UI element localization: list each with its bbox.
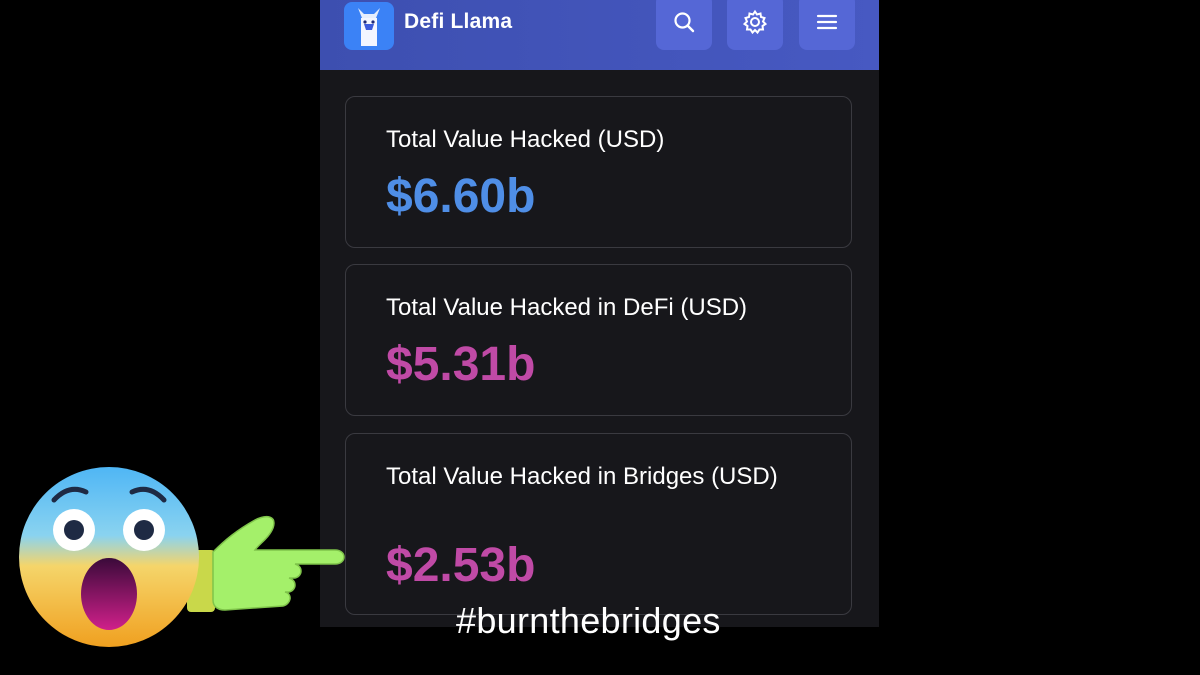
menu-button[interactable] bbox=[799, 0, 855, 50]
stat-card-total-hacked: Total Value Hacked (USD) $6.60b bbox=[345, 96, 852, 248]
phone-screen: Defi Llama Total Value Hacked (USD) $6.6… bbox=[320, 0, 879, 627]
brand-name[interactable]: Defi Llama bbox=[404, 10, 512, 34]
stat-label: Total Value Hacked (USD) bbox=[386, 126, 665, 153]
pointing-hand-icon bbox=[187, 515, 345, 612]
screaming-face-emoji bbox=[19, 467, 199, 647]
search-icon bbox=[674, 12, 695, 33]
stat-value: $5.31b bbox=[386, 338, 536, 391]
menu-icon bbox=[816, 14, 838, 30]
llama-logo-icon[interactable] bbox=[344, 2, 394, 50]
stat-label: Total Value Hacked in Bridges (USD) bbox=[386, 463, 778, 490]
video-frame: Defi Llama Total Value Hacked (USD) $6.6… bbox=[0, 0, 1200, 675]
stat-card-bridges-hacked: Total Value Hacked in Bridges (USD) $2.5… bbox=[345, 433, 852, 615]
hashtag-caption: #burnthebridges bbox=[456, 600, 721, 641]
stat-value: $6.60b bbox=[386, 170, 536, 223]
settings-button[interactable] bbox=[727, 0, 783, 50]
stat-card-defi-hacked: Total Value Hacked in DeFi (USD) $5.31b bbox=[345, 264, 852, 416]
stat-value: $2.53b bbox=[386, 539, 536, 592]
top-navbar: Defi Llama bbox=[320, 0, 879, 70]
search-button[interactable] bbox=[656, 0, 712, 50]
gear-icon bbox=[742, 9, 768, 35]
stat-label: Total Value Hacked in DeFi (USD) bbox=[386, 294, 748, 321]
